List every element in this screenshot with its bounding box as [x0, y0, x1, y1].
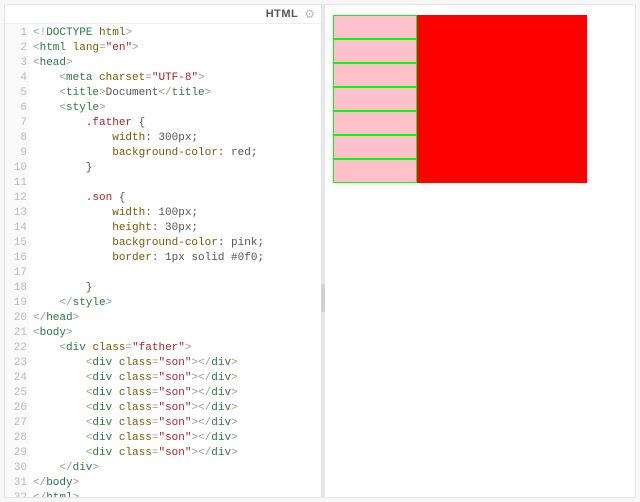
- line-number: 22: [5, 341, 27, 356]
- gear-icon[interactable]: ⚙: [304, 7, 315, 21]
- code-line[interactable]: <div class="son"></div>: [33, 401, 321, 416]
- line-number: 27: [5, 416, 27, 431]
- code-line[interactable]: <head>: [33, 56, 321, 71]
- preview-son-box: [333, 87, 417, 111]
- line-number: 18: [5, 281, 27, 296]
- code-line[interactable]: </head>: [33, 311, 321, 326]
- code-line[interactable]: width: 100px;: [33, 206, 321, 221]
- editor-pane: HTML ⚙ 123456789101112131415161718192021…: [4, 4, 322, 498]
- code-line[interactable]: <title>Document</title>: [33, 86, 321, 101]
- code-line[interactable]: background-color: pink;: [33, 236, 321, 251]
- code-line[interactable]: <div class="son"></div>: [33, 386, 321, 401]
- code-line[interactable]: <div class="son"></div>: [33, 356, 321, 371]
- code-line[interactable]: <div class="son"></div>: [33, 371, 321, 386]
- line-number: 12: [5, 191, 27, 206]
- line-number: 25: [5, 386, 27, 401]
- line-number: 4: [5, 71, 27, 86]
- line-number: 13: [5, 206, 27, 221]
- editor-mode-label: HTML: [266, 8, 299, 20]
- line-number: 7: [5, 116, 27, 131]
- code-content[interactable]: <!DOCTYPE html><html lang="en"><head> <m…: [29, 24, 321, 497]
- code-line[interactable]: .son {: [33, 191, 321, 206]
- code-line[interactable]: <div class="son"></div>: [33, 416, 321, 431]
- code-line[interactable]: <style>: [33, 101, 321, 116]
- code-line[interactable]: <!DOCTYPE html>: [33, 26, 321, 41]
- app-root: HTML ⚙ 123456789101112131415161718192021…: [0, 0, 640, 502]
- line-number: 5: [5, 86, 27, 101]
- preview-pane: [324, 4, 636, 498]
- line-number: 6: [5, 101, 27, 116]
- line-number: 31: [5, 476, 27, 491]
- code-line[interactable]: </body>: [33, 476, 321, 491]
- line-number: 23: [5, 356, 27, 371]
- code-line[interactable]: width: 300px;: [33, 131, 321, 146]
- line-number: 11: [5, 176, 27, 191]
- code-line[interactable]: <html lang="en">: [33, 41, 321, 56]
- code-line[interactable]: </div>: [33, 461, 321, 476]
- preview-son-box: [333, 135, 417, 159]
- code-area[interactable]: 1234567891011121314151617181920212223242…: [5, 24, 321, 497]
- code-line[interactable]: <div class="father">: [33, 341, 321, 356]
- preview-son-box: [333, 159, 417, 183]
- line-number-gutter: 1234567891011121314151617181920212223242…: [5, 24, 29, 497]
- code-line[interactable]: [33, 176, 321, 191]
- code-line[interactable]: <div class="son"></div>: [33, 431, 321, 446]
- line-number: 3: [5, 56, 27, 71]
- pane-divider[interactable]: [322, 4, 324, 498]
- line-number: 2: [5, 41, 27, 56]
- code-line[interactable]: }: [33, 281, 321, 296]
- preview-father-box: [333, 15, 587, 183]
- line-number: 10: [5, 161, 27, 176]
- editor-header: HTML ⚙: [5, 5, 321, 24]
- line-number: 15: [5, 236, 27, 251]
- line-number: 32: [5, 491, 27, 497]
- preview-son-box: [333, 15, 417, 39]
- line-number: 21: [5, 326, 27, 341]
- line-number: 14: [5, 221, 27, 236]
- preview-son-box: [333, 111, 417, 135]
- drag-handle-icon[interactable]: [321, 284, 325, 312]
- line-number: 24: [5, 371, 27, 386]
- code-line[interactable]: background-color: red;: [33, 146, 321, 161]
- code-line[interactable]: </style>: [33, 296, 321, 311]
- code-line[interactable]: </html>: [33, 491, 321, 497]
- line-number: 19: [5, 296, 27, 311]
- line-number: 17: [5, 266, 27, 281]
- line-number: 1: [5, 26, 27, 41]
- code-line[interactable]: .father {: [33, 116, 321, 131]
- preview-son-box: [333, 39, 417, 63]
- line-number: 9: [5, 146, 27, 161]
- line-number: 30: [5, 461, 27, 476]
- preview-son-box: [333, 63, 417, 87]
- line-number: 8: [5, 131, 27, 146]
- code-line[interactable]: [33, 266, 321, 281]
- line-number: 28: [5, 431, 27, 446]
- code-line[interactable]: border: 1px solid #0f0;: [33, 251, 321, 266]
- line-number: 29: [5, 446, 27, 461]
- line-number: 16: [5, 251, 27, 266]
- code-line[interactable]: <body>: [33, 326, 321, 341]
- code-line[interactable]: <div class="son"></div>: [33, 446, 321, 461]
- line-number: 26: [5, 401, 27, 416]
- code-line[interactable]: <meta charset="UTF-8">: [33, 71, 321, 86]
- code-line[interactable]: height: 30px;: [33, 221, 321, 236]
- code-line[interactable]: }: [33, 161, 321, 176]
- line-number: 20: [5, 311, 27, 326]
